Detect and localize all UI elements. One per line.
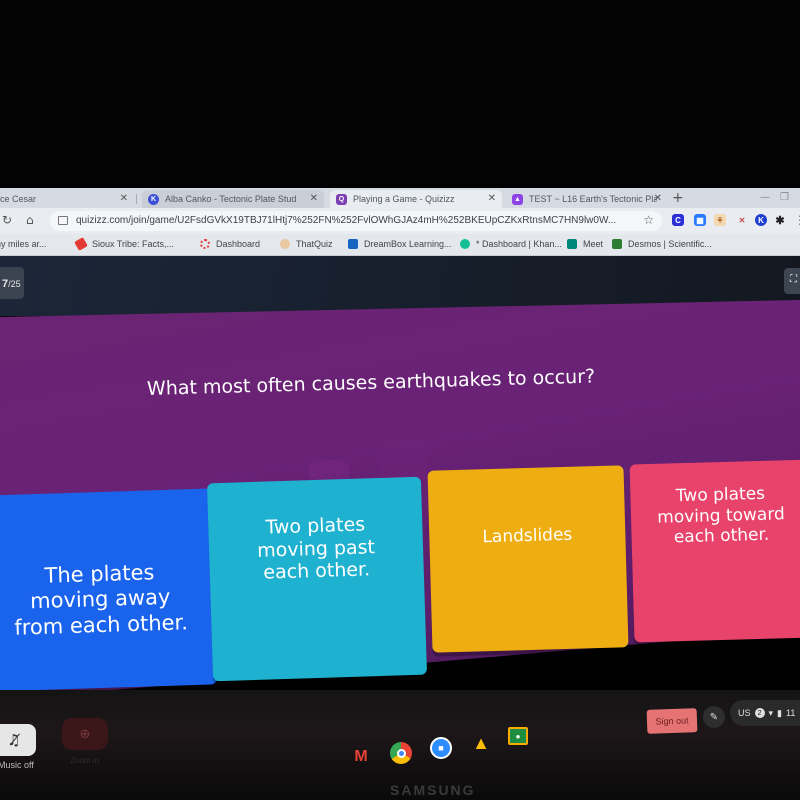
quizizz-icon: Q [336,193,347,205]
option-line: each other. [263,558,371,585]
bookmark-item[interactable]: Meet [567,239,603,249]
tab-label: Alba Canko - Tectonic Plate Stud [165,194,297,204]
browser-toolbar: ↻ ⌂ quizizz.com/join/game/U2FsdGVkX19TBJ… [0,208,800,234]
music-toggle-button[interactable]: ♫̸ [0,724,36,756]
extension-cross-icon[interactable]: ✕ [736,214,748,226]
k-icon: K [148,193,159,205]
bookmark-favicon-icon [280,239,290,249]
bookmark-item[interactable]: Desmos | Scientific... [612,239,712,249]
background-decoration [380,440,426,480]
zoom-icon[interactable]: ■ [430,737,452,759]
extension-grid-icon[interactable]: ▦ [694,214,706,226]
close-icon[interactable]: ✕ [654,193,662,204]
answer-option-3[interactable]: Landslides [427,465,629,653]
bookmark-label: Desmos | Scientific... [628,239,712,249]
screen-bezel-top [0,0,800,188]
classroom-icon[interactable]: ● [508,727,528,745]
option-line: Two plates [265,513,366,539]
zoom-in-button[interactable]: ⊕ [62,718,108,750]
system-tray[interactable]: US 2 ▾ ▮ 11 [730,700,800,726]
bookmark-item[interactable]: DreamBox Learning... [348,239,452,249]
option-line: each other. [673,524,770,548]
answer-option-2[interactable]: Two plates moving past each other. [206,476,428,682]
wifi-icon: ▾ [768,707,774,718]
option-line: from each other. [13,609,189,640]
bookmark-favicon-icon [348,239,358,249]
option-text: Landslides [482,525,572,548]
new-tab-button[interactable]: + [672,190,684,206]
music-off-icon: ♫̸ [7,731,21,749]
chrome-icon[interactable] [390,742,412,764]
tab-alba-canko[interactable]: K Alba Canko - Tectonic Plate Stud ✕ [142,190,324,208]
bookmark-favicon-icon [612,239,622,249]
minimize-icon[interactable]: — [760,192,770,203]
address-bar[interactable]: quizizz.com/join/game/U2FsdGVkX19TBJ71lH… [50,211,662,231]
bookmark-star-icon[interactable]: ☆ [643,213,654,227]
answer-option-1[interactable]: The plates moving away from each other. [0,488,218,692]
bookmark-label: ny miles ar... [0,239,47,249]
close-icon[interactable]: ✕ [120,193,128,204]
bookmark-item[interactable]: Dashboard [200,239,260,249]
gmail-icon[interactable]: M [350,746,372,768]
tab-label: Playing a Game - Quizizz [353,194,455,204]
bookmark-item[interactable]: ThatQuiz [280,239,333,249]
zoom-in-icon: ⊕ [79,726,91,742]
tab-separator [136,194,137,204]
bookmark-item[interactable]: * Dashboard | Khan... [460,239,562,249]
sign-out-button[interactable]: Sign out [646,708,698,734]
bookmark-label: ThatQuiz [296,239,333,249]
stylus-icon[interactable]: ✎ [703,706,725,728]
url-text[interactable]: quizizz.com/join/game/U2FsdGVkX19TBJ71lH… [76,215,616,226]
home-icon[interactable]: ⌂ [26,213,34,227]
locale-indicator: US [738,708,751,718]
notification-badge: 2 [754,708,765,718]
clock: 11 [786,708,796,718]
question-counter: 7/25 [0,267,24,299]
tab-playing-quizizz[interactable]: Q Playing a Game - Quizizz ✕ [330,190,502,208]
battery-icon: ▮ [777,707,782,718]
zoom-label: Zoom in [70,756,99,765]
bookmark-label: DreamBox Learning... [364,239,452,249]
option-text: Two plates moving past each other. [256,513,376,585]
tab-test-l16[interactable]: ▲ TEST ~ L16 Earth's Tectonic Pla ✕ [506,190,668,208]
option-text: The plates moving away from each other. [12,560,188,641]
option-line: Landslides [482,524,573,548]
bookmark-favicon-icon [74,237,88,251]
close-icon[interactable]: ✕ [310,193,318,204]
bookmark-favicon-icon [200,239,210,249]
bookmark-favicon-icon [567,239,577,249]
bookmark-label: Sioux Tribe: Facts,... [92,239,175,249]
drive-icon[interactable]: ▲ [470,732,492,754]
counter-total: /25 [8,279,21,289]
music-label: Music off [0,760,34,770]
restore-icon[interactable]: ❐ [780,192,789,203]
tab-label: TEST ~ L16 Earth's Tectonic Pla [529,194,657,204]
fullscreen-icon[interactable]: ⛶ [784,268,800,294]
classroom-icon: ▲ [512,193,523,205]
monitor-brand: SAMSUNG [390,782,476,798]
bookmark-item[interactable]: ny miles ar... [0,239,47,249]
bookmarks-bar: ny miles ar... Sioux Tribe: Facts,... Da… [0,234,800,256]
bookmark-label: * Dashboard | Khan... [476,239,562,249]
answer-option-4[interactable]: Two plates moving toward each other. [629,459,800,643]
option-text: Two plates moving toward each other. [656,484,785,549]
site-info-icon[interactable] [58,216,68,225]
bookmark-label: Dashboard [216,239,261,249]
close-icon[interactable]: ✕ [488,193,496,204]
tab-cesar[interactable]: ce Cesar ✕ [0,190,134,208]
bookmark-label: Meet [583,239,604,249]
reload-icon[interactable]: ↻ [2,213,12,227]
extensions-puzzle-icon[interactable]: ✱ [774,214,786,227]
extension-c-icon[interactable]: C [672,214,684,226]
tab-label: ce Cesar [0,194,37,204]
extension-k-icon[interactable]: K [755,214,767,226]
bookmark-favicon-icon [460,239,470,249]
bookmark-item[interactable]: Sioux Tribe: Facts,... [74,237,175,251]
menu-icon[interactable]: ⋮ [794,213,800,227]
extension-pointer-icon[interactable]: ⚘ [714,214,726,226]
